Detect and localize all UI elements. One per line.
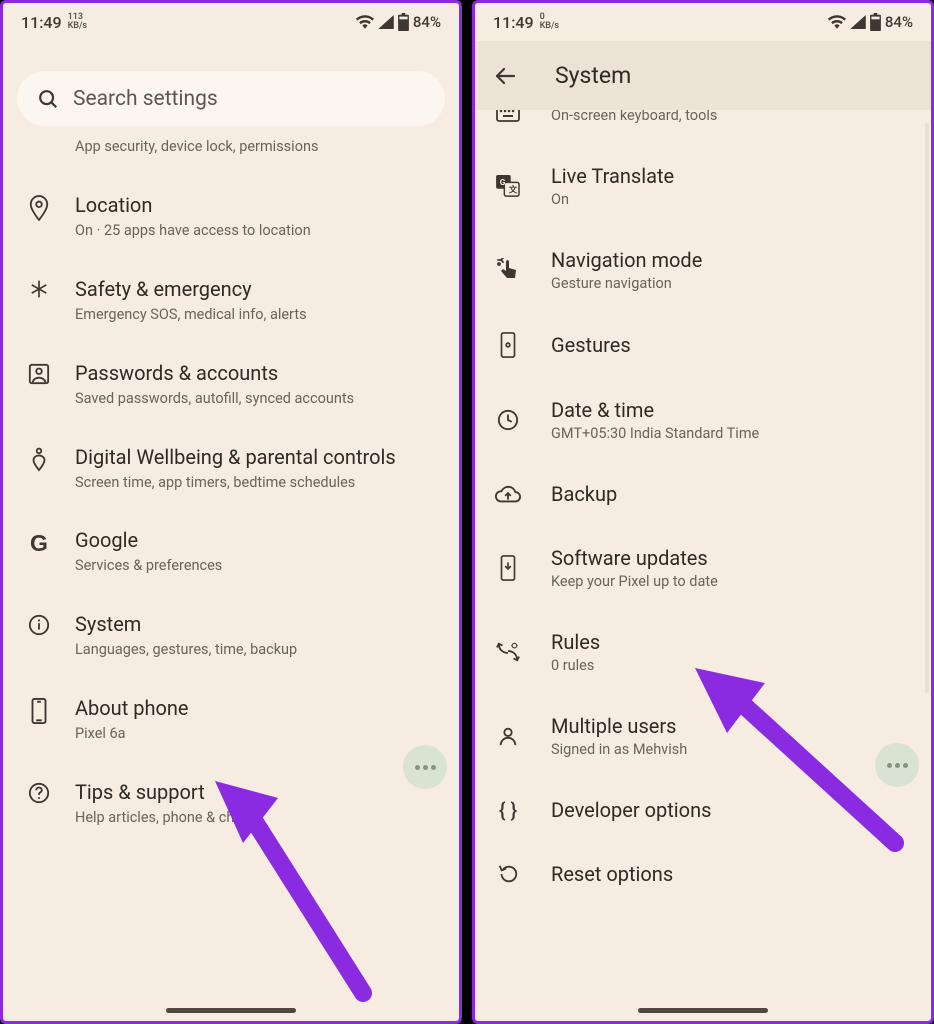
google-icon: G <box>25 528 53 557</box>
list-item-about[interactable]: About phonePixel 6a <box>25 678 437 762</box>
svg-text:文: 文 <box>509 184 518 195</box>
search-icon <box>37 88 59 110</box>
keyboard-icon <box>495 110 521 123</box>
status-time: 11:49 <box>493 13 534 32</box>
rules-icon <box>495 641 521 663</box>
account-box-icon <box>25 361 53 385</box>
floating-more-button[interactable] <box>403 745 447 789</box>
info-icon <box>25 612 53 636</box>
translate-icon: G文 <box>495 175 521 197</box>
help-icon <box>25 780 53 804</box>
phone-device-icon <box>25 696 53 724</box>
signal-icon <box>850 15 866 29</box>
reset-icon <box>495 863 521 885</box>
list-item-live-translate[interactable]: G文 Live TranslateOn <box>495 144 911 228</box>
search-placeholder: Search settings <box>73 87 218 111</box>
list-item-gestures[interactable]: Gestures <box>495 312 911 378</box>
update-icon <box>495 555 521 581</box>
list-item-software-updates[interactable]: Software updatesKeep your Pixel up to da… <box>495 526 911 610</box>
list-item-backup[interactable]: Backup <box>495 462 911 526</box>
status-network-speed: 113KB/s <box>68 13 87 31</box>
list-item-datetime[interactable]: Date & timeGMT+05:30 India Standard Time <box>495 378 911 462</box>
swipe-icon <box>495 258 521 282</box>
back-icon[interactable] <box>493 64 517 88</box>
search-settings-input[interactable]: Search settings <box>17 71 445 126</box>
header-bar: System <box>475 41 931 110</box>
prev-item-subtitle: App security, device lock, permissions <box>3 138 459 175</box>
clock-icon <box>495 409 521 431</box>
user-icon <box>495 725 521 747</box>
list-item-multiple-users[interactable]: Multiple usersSigned in as Mehvish <box>495 694 911 778</box>
list-item-safety[interactable]: Safety & emergencyEmergency SOS, medical… <box>25 259 437 343</box>
battery-icon <box>398 13 409 31</box>
cloud-upload-icon <box>495 484 521 504</box>
battery-icon <box>870 13 881 31</box>
list-item-system[interactable]: SystemLanguages, gestures, time, backup <box>25 594 437 678</box>
system-screen: 11:49 0KB/s 84% System On-screen keyboar… <box>472 0 934 1024</box>
list-item-reset[interactable]: Reset options <box>495 842 911 906</box>
signal-icon <box>378 15 394 29</box>
nav-handle[interactable] <box>166 1008 296 1013</box>
system-list[interactable]: On-screen keyboard, tools G文 Live Transl… <box>475 110 931 1021</box>
status-network-speed: 0KB/s <box>540 13 559 31</box>
settings-screen: 11:49 113KB/s 84% Search settings App se… <box>0 0 462 1024</box>
list-item-passwords[interactable]: Passwords & accountsSaved passwords, aut… <box>25 343 437 427</box>
list-item-tips[interactable]: Tips & supportHelp articles, phone & cha… <box>25 762 437 846</box>
list-item-keyboard[interactable]: On-screen keyboard, tools <box>495 110 911 144</box>
braces-icon: { } <box>495 798 521 822</box>
location-icon <box>25 193 53 221</box>
floating-more-button[interactable] <box>875 743 919 787</box>
asterisk-icon <box>25 277 53 299</box>
wifi-icon <box>356 15 374 29</box>
status-bar: 11:49 0KB/s 84% <box>475 3 931 41</box>
settings-list[interactable]: LocationOn · 25 apps have access to loca… <box>3 175 459 1021</box>
page-title: System <box>555 62 631 89</box>
wifi-icon <box>828 15 846 29</box>
gestures-icon <box>495 332 521 358</box>
status-battery: 84% <box>885 13 913 31</box>
list-item-google[interactable]: G GoogleServices & preferences <box>25 510 437 594</box>
wellbeing-icon <box>25 445 53 473</box>
svg-text:G: G <box>500 178 506 188</box>
status-time: 11:49 <box>21 13 62 32</box>
status-battery: 84% <box>413 13 441 31</box>
list-item-navigation[interactable]: Navigation modeGesture navigation <box>495 228 911 312</box>
status-bar: 11:49 113KB/s 84% <box>3 3 459 41</box>
scrollbar[interactable] <box>925 123 929 693</box>
list-item-rules[interactable]: Rules0 rules <box>495 610 911 694</box>
list-item-location[interactable]: LocationOn · 25 apps have access to loca… <box>25 175 437 259</box>
list-item-wellbeing[interactable]: Digital Wellbeing & parental controlsScr… <box>25 427 437 511</box>
list-item-developer[interactable]: { } Developer options <box>495 778 911 842</box>
nav-handle[interactable] <box>638 1008 768 1013</box>
